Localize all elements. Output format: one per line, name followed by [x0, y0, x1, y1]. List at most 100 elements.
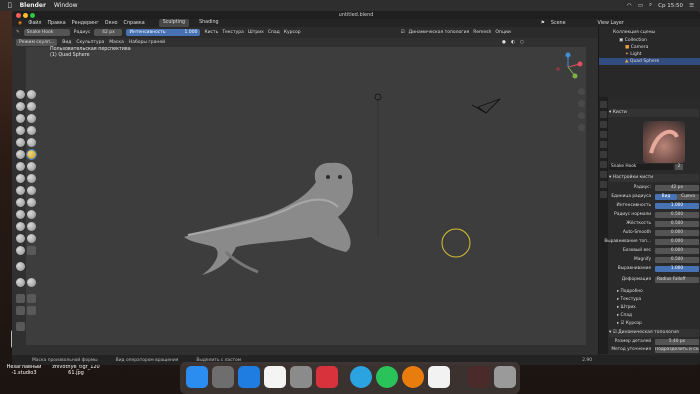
scene-selector[interactable]: Scene — [551, 21, 566, 26]
simplify-tool-icon[interactable] — [27, 234, 36, 243]
draw-tool-icon[interactable] — [16, 90, 25, 99]
mask-tool-icon[interactable] — [16, 246, 25, 255]
brush-setting-field[interactable]: 0.500 — [655, 257, 699, 263]
subsection-stroke[interactable]: ▸ Штрих — [609, 304, 700, 312]
telegram-icon[interactable] — [350, 366, 372, 388]
close-window-button[interactable] — [16, 12, 21, 18]
menu-face-sets[interactable]: Наборы граней — [129, 40, 165, 45]
camera-object-icon[interactable] — [471, 98, 501, 114]
multiplane-scrape-tool-icon[interactable] — [16, 174, 25, 183]
outliner-row[interactable]: ✦ Light — [599, 51, 700, 58]
launchpad-icon[interactable] — [212, 366, 234, 388]
rotate-tool-icon[interactable] — [27, 210, 36, 219]
navigation-gizmo[interactable] — [553, 52, 583, 82]
pose-tool-icon[interactable] — [27, 198, 36, 207]
sculpted-mesh[interactable] — [184, 162, 354, 275]
outliner-scene-collection[interactable]: Коллекция сцены — [599, 29, 700, 36]
menu-icon[interactable]: ☰ — [689, 3, 694, 9]
downloads-stack-icon[interactable] — [468, 366, 490, 388]
transform-tool-icon[interactable] — [27, 306, 36, 315]
pinch-tool-icon[interactable] — [27, 174, 36, 183]
wifi-icon[interactable]: ◠ — [627, 3, 632, 9]
trash-icon[interactable] — [494, 366, 516, 388]
menu-stroke[interactable]: Штрих — [248, 30, 264, 35]
cloth-tool-icon[interactable] — [16, 234, 25, 243]
outliner-row[interactable]: ■ Camera — [599, 44, 700, 51]
window-menu[interactable]: Window — [54, 2, 78, 9]
blender-logo-icon[interactable]: ◉ — [18, 21, 22, 26]
subsection-texture[interactable]: ▸ Текстура — [609, 296, 700, 304]
clock[interactable]: Ср 15:50 — [658, 3, 683, 9]
elastic-deform-tool-icon[interactable] — [27, 186, 36, 195]
apple-icon[interactable]:  — [8, 2, 12, 9]
menu-help[interactable]: Справка — [124, 21, 145, 26]
fill-tool-icon[interactable] — [16, 162, 25, 171]
strength-slider[interactable]: Интенсивность 1.000 — [126, 29, 201, 36]
brush-users-count[interactable]: 2 — [675, 164, 683, 170]
mesh-filter-tool-icon[interactable] — [16, 278, 25, 287]
cloth-filter-tool-icon[interactable] — [27, 278, 36, 287]
rotate-transform-tool-icon[interactable] — [27, 294, 36, 303]
radius-unit-scene-option[interactable]: Сцена — [677, 194, 699, 200]
world-tab-icon[interactable] — [600, 151, 607, 158]
pan-hand-icon[interactable] — [578, 100, 585, 107]
brush-preview-thumbnail[interactable] — [643, 121, 685, 163]
brushes-section-header[interactable]: ▾ Кисти — [609, 109, 699, 117]
menu-file[interactable]: Файл — [28, 21, 41, 26]
blender-dock-icon[interactable] — [402, 366, 424, 388]
system-preferences-icon[interactable] — [290, 366, 312, 388]
radius-field[interactable]: 42 px — [94, 29, 123, 36]
snake-hook-tool-icon[interactable] — [26, 149, 37, 160]
modifier-tab-icon[interactable] — [600, 171, 607, 178]
render-tab-icon[interactable] — [600, 111, 607, 118]
object-tab-icon[interactable] — [600, 161, 607, 168]
brush-setting-field[interactable]: 1.000 — [655, 266, 699, 272]
menu-texture[interactable]: Текстура — [222, 30, 244, 35]
brush-setting-field[interactable]: 42 px — [655, 185, 699, 191]
output-tab-icon[interactable] — [600, 121, 607, 128]
subsection-detail[interactable]: ▸ Подробно — [609, 288, 700, 296]
detail-size-field[interactable]: 5.40 px — [655, 339, 699, 345]
clay-tool-icon[interactable] — [16, 102, 25, 111]
tab-sculpting[interactable]: Sculpting — [158, 19, 190, 27]
box-mask-tool-icon[interactable] — [27, 246, 36, 255]
nudge-tool-icon[interactable] — [16, 210, 25, 219]
music-icon[interactable] — [264, 366, 286, 388]
camera-view-icon[interactable] — [578, 112, 585, 119]
brush-setting-field[interactable]: Вид — [655, 194, 677, 200]
clay-strips-tool-icon[interactable] — [27, 102, 36, 111]
flatten-tool-icon[interactable] — [16, 150, 25, 159]
brush-name-input[interactable]: Snake Hook — [609, 164, 673, 170]
deformation-dropdown[interactable]: Radius Falloff — [655, 277, 699, 283]
finder-icon[interactable] — [186, 366, 208, 388]
brush-setting-field[interactable]: 0.000 — [655, 239, 699, 245]
zoom-icon[interactable] — [578, 88, 585, 95]
crease-tool-icon[interactable] — [16, 138, 25, 147]
blob-tool-icon[interactable] — [27, 126, 36, 135]
dyntopo-section-header[interactable]: ▾ ☑ Динамическая топология — [609, 329, 699, 337]
brush-name-field[interactable]: Snake Hook — [23, 29, 70, 36]
brush-settings-section-header[interactable]: ▾ Настройки кисти — [609, 174, 699, 182]
maximize-window-button[interactable] — [30, 12, 35, 18]
app-menu[interactable]: Blender — [20, 2, 46, 9]
outliner-row-selected[interactable]: ▲ Quad Sphere — [599, 58, 700, 65]
brush-setting-field[interactable]: 1.000 — [655, 203, 699, 209]
brush-setting-field[interactable]: 0.000 — [655, 248, 699, 254]
shading-solid-icon[interactable]: ● — [502, 40, 506, 45]
battery-icon[interactable]: ▭ — [638, 3, 643, 9]
search-icon[interactable]: ⌕ — [649, 2, 652, 9]
slide-relax-tool-icon[interactable] — [16, 222, 25, 231]
menu-falloff[interactable]: Спад — [268, 30, 280, 35]
scrape-tool-icon[interactable] — [27, 162, 36, 171]
view-layer-selector[interactable]: View Layer — [598, 21, 624, 26]
dyntopo-checkbox[interactable]: ☑ — [401, 30, 405, 35]
scale-tool-icon[interactable] — [16, 306, 25, 315]
tool-tab-icon[interactable] — [600, 101, 607, 108]
desktop-file-label[interactable]: zhivotnye_tigr_120 61.jpg — [48, 364, 104, 376]
subsection-cursor[interactable]: ▸ ☑ Курсор — [609, 320, 700, 328]
physics-tab-icon[interactable] — [600, 191, 607, 198]
remesh-menu[interactable]: Remesh — [473, 30, 491, 35]
subsection-falloff[interactable]: ▸ Спад — [609, 312, 700, 320]
move-tool-icon[interactable] — [16, 294, 25, 303]
inflate-tool-icon[interactable] — [16, 126, 25, 135]
